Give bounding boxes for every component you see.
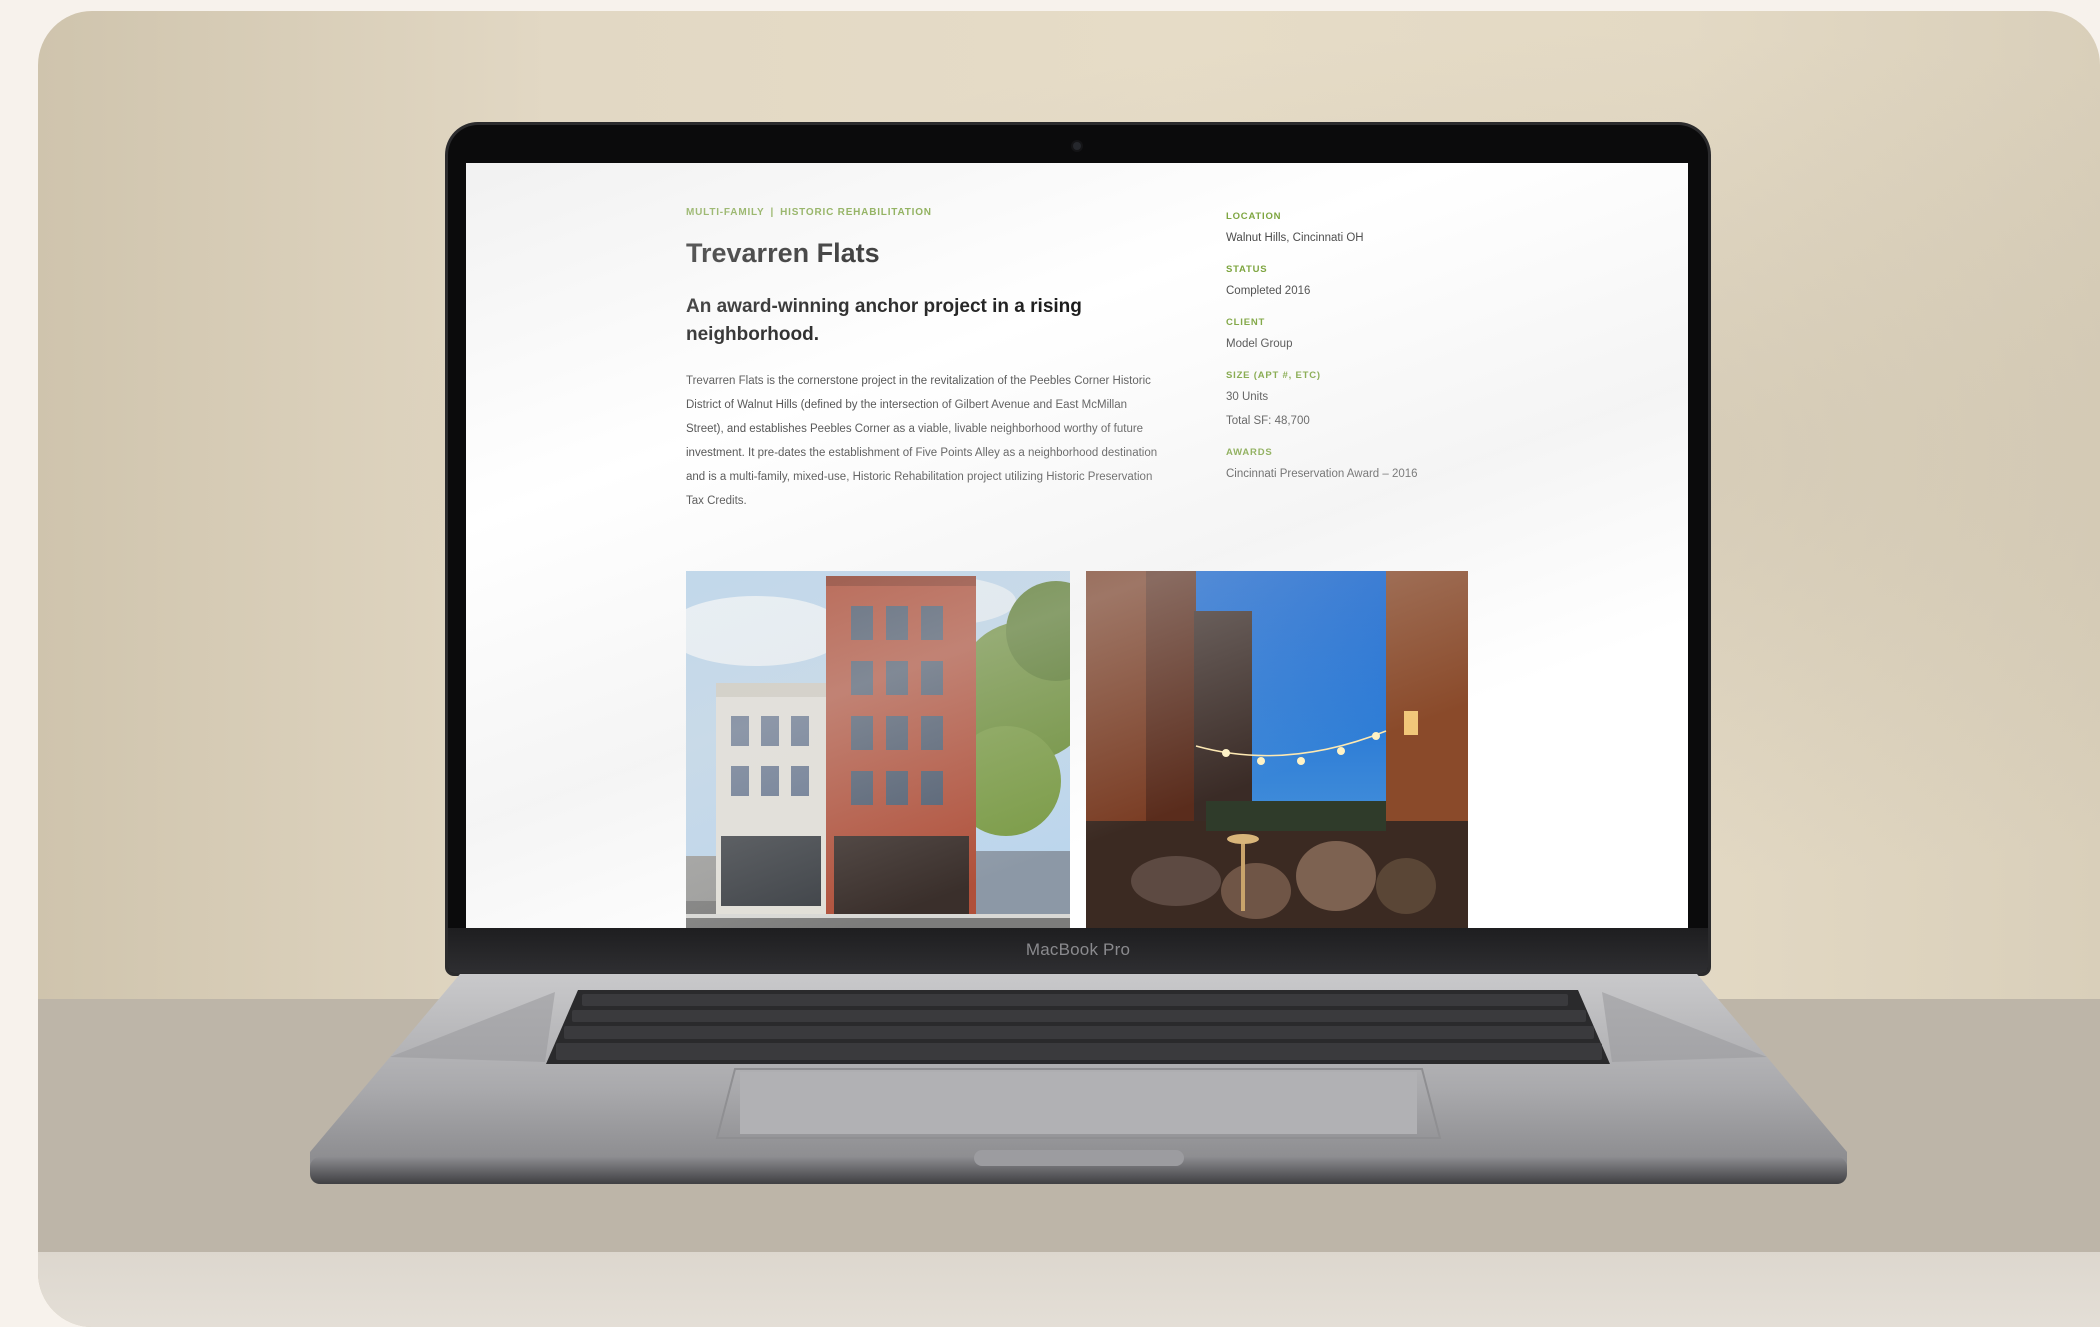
- building-exterior-illustration: [686, 571, 1070, 928]
- project-details: LOCATION Walnut Hills, Cincinnati OH STA…: [1226, 211, 1486, 482]
- laptop-base: [310, 972, 1847, 1184]
- location-label: LOCATION: [1226, 211, 1282, 222]
- table-edge: [38, 1252, 2100, 1327]
- category-separator: |: [770, 207, 775, 218]
- keyboard-deck: [310, 974, 1847, 1184]
- camera-icon: [1073, 142, 1081, 150]
- client-label: CLIENT: [1226, 317, 1266, 328]
- location-value: Walnut Hills, Cincinnati OH: [1226, 232, 1364, 244]
- alley-patio-illustration: [1086, 571, 1468, 928]
- brand-label: MacBook Pro: [1025, 940, 1131, 959]
- project-intro: MULTI-FAMILY | HISTORIC REHABILITATION Tre…: [686, 207, 1166, 513]
- building-exterior-photo[interactable]: [686, 571, 1070, 928]
- size-units-value: 30 Units: [1226, 391, 1269, 403]
- project-description: Trevarren Flats is the cornerstone proje…: [686, 375, 1158, 507]
- awards-label: AWARDS: [1226, 447, 1273, 458]
- awards-value: Cincinnati Preservation Award – 2016: [1226, 468, 1418, 480]
- status-label: STATUS: [1226, 264, 1268, 275]
- size-sf-value: Total SF: 48,700: [1226, 415, 1310, 427]
- page-subtitle: An award-winning anchor project in a ris…: [686, 296, 1082, 345]
- category-primary-link[interactable]: MULTI-FAMILY: [686, 207, 764, 218]
- status-value: Completed 2016: [1226, 285, 1311, 297]
- client-value: Model Group: [1226, 338, 1293, 350]
- page-title: Trevarren Flats: [686, 238, 880, 268]
- laptop-screen: MULTI-FAMILY | HISTORIC REHABILITATION Tre…: [466, 163, 1688, 928]
- project-category: MULTI-FAMILY | HISTORIC REHABILITATION: [686, 207, 1166, 218]
- laptop-lid: MULTI-FAMILY | HISTORIC REHABILITATION Tre…: [448, 125, 1708, 973]
- laptop-chin: MacBook Pro: [448, 928, 1708, 973]
- category-secondary-link[interactable]: HISTORIC REHABILITATION: [780, 207, 932, 218]
- alley-patio-night-photo[interactable]: [1086, 571, 1468, 928]
- size-label: SIZE (APT #, ETC): [1226, 370, 1321, 381]
